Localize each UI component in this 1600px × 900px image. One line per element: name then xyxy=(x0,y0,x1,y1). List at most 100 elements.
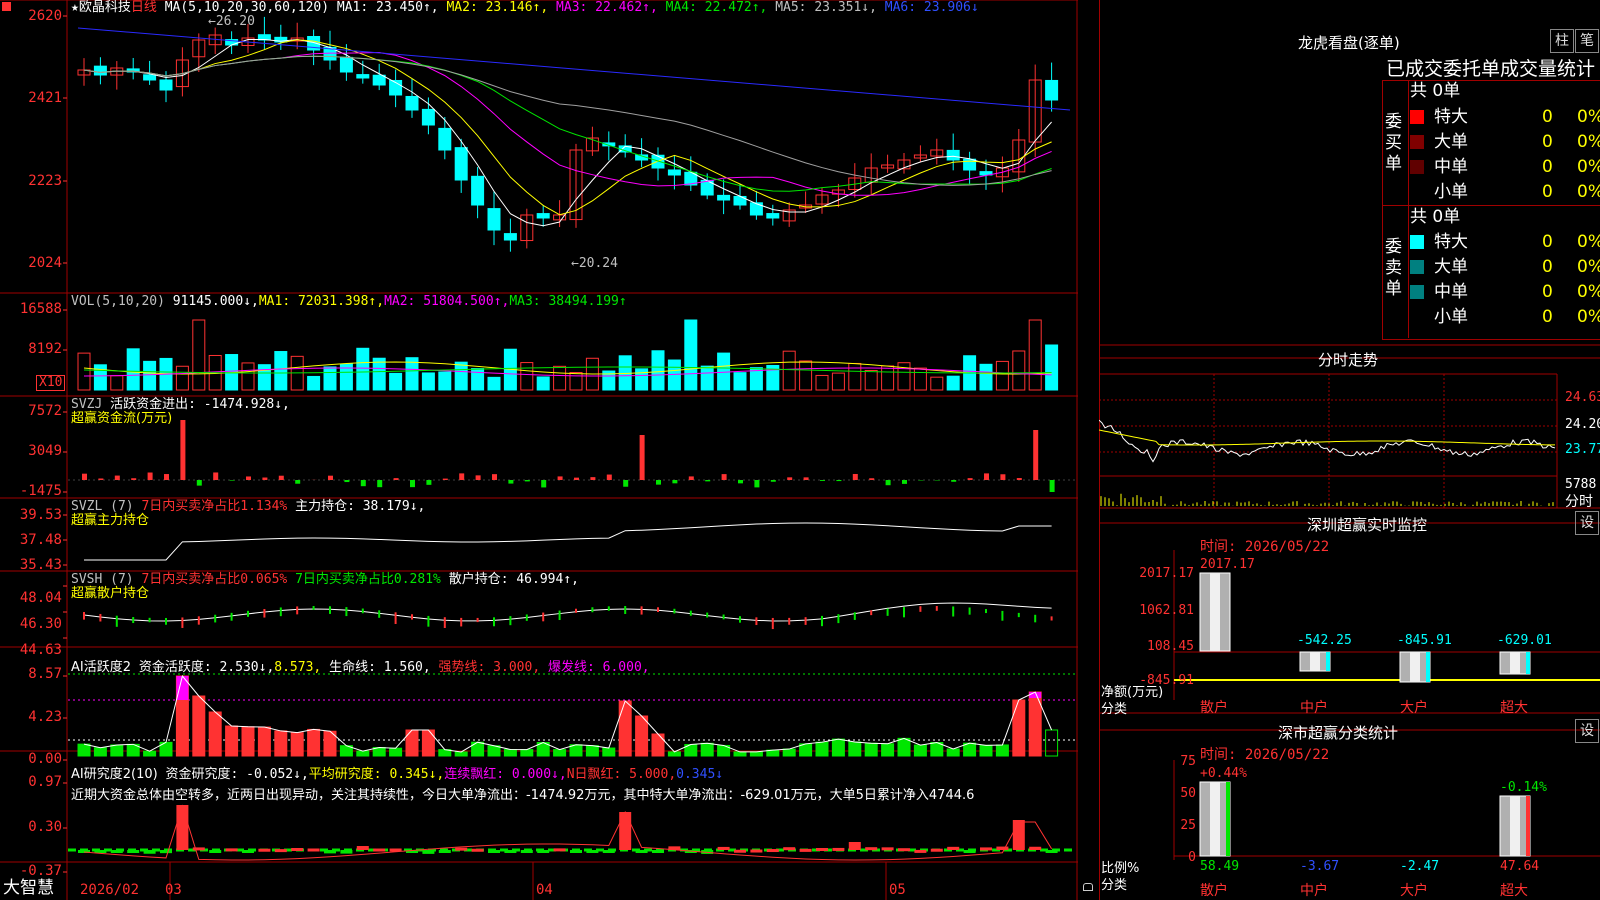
volume-bar xyxy=(569,371,583,391)
svsh-bar xyxy=(837,614,840,624)
svzj-bar xyxy=(98,478,104,480)
ai-research-val4: N日飘红: 5.000, xyxy=(566,767,677,782)
ma1-value: MA1: 23.450↑, xyxy=(336,0,439,15)
ai-active-bar xyxy=(208,711,222,757)
ai-research-tick-3: -0.37 xyxy=(19,863,62,879)
ai-research-bar xyxy=(865,847,878,851)
ai-research-val3: 连续飘红: 0.000↓, xyxy=(444,767,567,782)
ai-research-bar xyxy=(356,846,369,850)
svsh-bar xyxy=(853,612,856,620)
svsh-ratio2: 7日内买卖净占比0.281% xyxy=(295,572,441,587)
volume-bar xyxy=(799,360,813,391)
ai-research-bar xyxy=(783,847,796,851)
svzj-bar xyxy=(738,480,743,484)
svsh-bar xyxy=(132,617,135,624)
ai-active-bar xyxy=(307,728,321,757)
ai-research-bar xyxy=(160,850,172,854)
volume-bar xyxy=(553,365,567,391)
high-mark: ←26.20 xyxy=(208,14,255,29)
date-label-2: 03 xyxy=(165,882,182,898)
sz-monitor-cat-3: 大户 xyxy=(1400,700,1428,716)
ai-active-bar xyxy=(389,747,403,757)
lock-icon[interactable] xyxy=(1083,883,1093,891)
svsh-bar xyxy=(952,606,955,617)
svzj-subtitle: 超赢资金流(万元) xyxy=(71,411,173,426)
period-label[interactable]: 日线 xyxy=(131,0,157,15)
intraday-title[interactable]: 分时走势 xyxy=(1318,349,1378,370)
sz-monitor-time: 时间: 2026/05/22 xyxy=(1200,539,1330,555)
svzj-bar xyxy=(852,473,858,480)
ai-research-bar xyxy=(635,850,648,853)
ma-params: MA(5,10,20,30,60,120) xyxy=(164,0,330,15)
ai-active-bar xyxy=(635,715,649,757)
ai-research-bar xyxy=(832,847,845,851)
sz-stats-settings-button[interactable]: 设 xyxy=(1575,719,1599,743)
ai-research-bar xyxy=(307,848,320,852)
svzj-bar xyxy=(213,472,219,480)
svsh-bar xyxy=(263,608,266,618)
svsh-bar xyxy=(312,606,315,611)
ai-active-bar xyxy=(553,749,567,757)
favorite-star-icon[interactable]: ★ xyxy=(71,0,79,15)
svzj-bar xyxy=(492,474,497,480)
candle-body xyxy=(339,56,353,73)
svsh-bar xyxy=(460,617,463,627)
volume-bar xyxy=(848,362,862,391)
ai-research-bar xyxy=(947,846,960,850)
ai-active-bar xyxy=(815,741,829,757)
ma-line xyxy=(83,38,1052,227)
svzj-bar xyxy=(672,480,678,484)
svzj-bar xyxy=(623,480,629,487)
vol-ma3: MA3: 38494.199↑ xyxy=(509,294,627,309)
ai-active-bar xyxy=(110,744,124,757)
ai-active-bar xyxy=(356,750,370,757)
svzj-bar xyxy=(114,475,120,480)
sz-stats-cat-1: 散户 xyxy=(1200,883,1228,899)
ai-active-bar xyxy=(93,747,107,757)
ai-research-bar xyxy=(373,848,386,852)
svsh-bar xyxy=(657,607,659,613)
svsh-bar xyxy=(689,610,692,616)
sz-stats-title: 深市超赢分类统计 xyxy=(1278,724,1399,742)
ai-active-bar xyxy=(848,741,862,757)
sz-stats-tick-1: 75 xyxy=(1180,754,1196,769)
svsh-bar xyxy=(214,614,217,623)
svsh-hold: 散户持仓: 46.994↑, xyxy=(448,572,579,587)
svsh-title: SVSH (7) xyxy=(71,572,134,587)
svzl-subtitle: 超赢主力持仓 xyxy=(71,513,150,528)
svsh-bar xyxy=(148,617,151,623)
svsh-bar xyxy=(181,617,184,628)
svsh-bar xyxy=(493,617,495,627)
sz-stats-tick-3: 25 xyxy=(1180,818,1196,833)
svsh-bar xyxy=(83,612,85,620)
sz-monitor-top-label: 2017.17 xyxy=(1200,557,1255,572)
ai-research-bar xyxy=(1045,850,1058,853)
svsh-bar xyxy=(115,615,118,627)
ai-active-burst xyxy=(176,676,189,700)
sz-monitor-bar-mid-edge xyxy=(1326,652,1330,671)
stock-name: 欧晶科技 xyxy=(78,0,131,15)
ma-line xyxy=(83,39,1052,216)
ai-research-bar xyxy=(553,848,566,852)
svsh-bar xyxy=(378,610,381,618)
intraday-vol: 5788 xyxy=(1565,477,1597,492)
svsh-bar xyxy=(99,613,102,622)
volume-bar xyxy=(1012,350,1026,391)
ai-active-bar xyxy=(913,744,927,757)
sz-monitor-val-mid: -542.25 xyxy=(1297,633,1352,648)
svzj-bar xyxy=(344,480,350,483)
ai-active-bar xyxy=(782,748,796,757)
ai-active-val3: 生命线: 1.560, xyxy=(329,660,431,675)
chart-area[interactable] xyxy=(0,0,1078,900)
svzj-bar xyxy=(246,476,251,480)
svzl-ratio: 7日内买卖净占比1.134% xyxy=(141,499,288,514)
volume-bar xyxy=(815,374,829,391)
svzj-bar xyxy=(656,480,661,485)
svzl-title: SVZL (7) xyxy=(71,499,134,514)
ai-active-bar xyxy=(733,751,747,757)
svsh-tick-2: 46.30 xyxy=(19,616,62,632)
sz-stats-bar-retail-shine xyxy=(1210,782,1220,856)
sz-monitor-settings-button[interactable]: 设 xyxy=(1575,511,1599,535)
ai-research-bar xyxy=(799,848,812,852)
ai-research-bar xyxy=(980,847,992,851)
